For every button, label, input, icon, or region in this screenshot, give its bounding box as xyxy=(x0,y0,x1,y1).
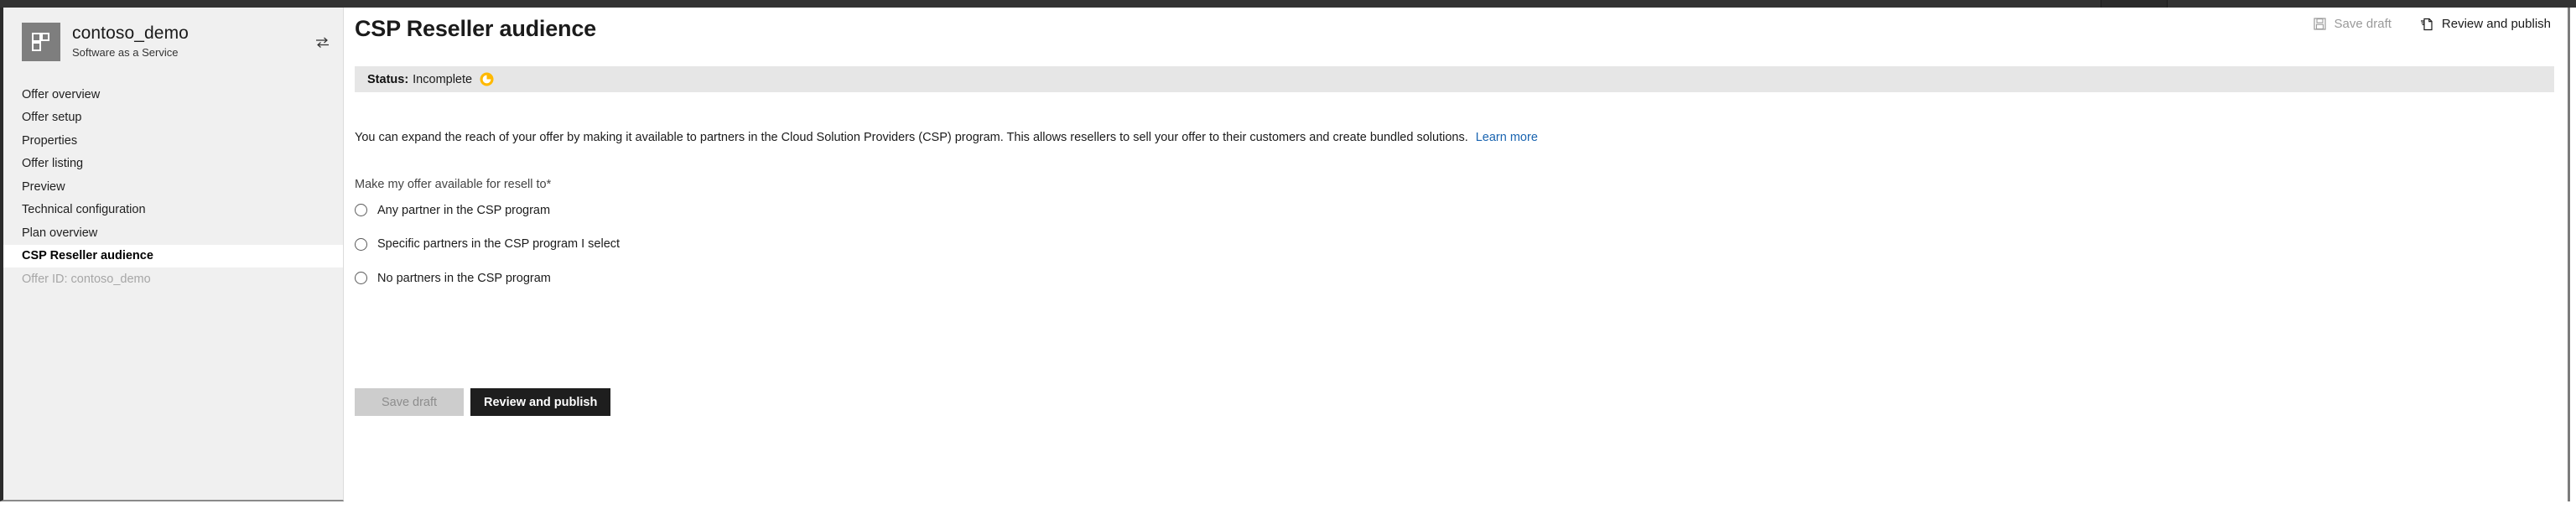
sidebar-item-label: Properties xyxy=(22,133,78,148)
status-label: Status: xyxy=(367,72,409,86)
offer-name: contoso_demo xyxy=(72,23,189,44)
sidebar-item-csp-reseller-audience[interactable]: CSP Reseller audience xyxy=(3,244,343,267)
switch-offer-icon[interactable] xyxy=(309,37,335,48)
main-content: CSP Reseller audience Save draft Review … xyxy=(345,8,2576,501)
radio-option-any-partner[interactable]: Any partner in the CSP program xyxy=(355,199,620,221)
page-title: CSP Reseller audience xyxy=(355,16,596,41)
sidebar-item-label: Offer listing xyxy=(22,157,84,171)
radio-indicator[interactable] xyxy=(355,237,367,251)
save-draft-button[interactable]: Save draft xyxy=(355,388,464,416)
header-review-publish-button[interactable]: Review and publish xyxy=(2420,17,2551,31)
sidebar-item-label: Plan overview xyxy=(22,226,98,240)
sidebar-item-offer-id: Offer ID: contoso_demo xyxy=(3,267,343,291)
sidebar-item-label: Offer setup xyxy=(22,111,82,125)
radio-indicator[interactable] xyxy=(355,272,367,284)
resell-audience-radio-group: Any partner in the CSP program Specific … xyxy=(355,199,620,301)
status-banner: Status: Incomplete xyxy=(355,66,2554,92)
pending-clock-icon xyxy=(480,72,494,86)
sidebar-item-offer-setup[interactable]: Offer setup xyxy=(3,106,343,130)
sidebar-item-label: Technical configuration xyxy=(22,203,146,217)
radio-option-label: Specific partners in the CSP program I s… xyxy=(377,237,621,251)
sidebar-item-offer-overview[interactable]: Offer overview xyxy=(3,83,343,106)
status-value: Incomplete xyxy=(413,72,473,86)
sidebar-item-technical-configuration[interactable]: Technical configuration xyxy=(3,199,343,222)
resell-field-label: Make my offer available for resell to* xyxy=(355,178,551,191)
radio-option-no-partners[interactable]: No partners in the CSP program xyxy=(355,267,620,289)
learn-more-link[interactable]: Learn more xyxy=(1476,131,1538,144)
offer-header[interactable]: contoso_demo Software as a Service xyxy=(3,8,343,73)
chrome-segment-right xyxy=(2168,0,2576,8)
radio-option-specific-partners[interactable]: Specific partners in the CSP program I s… xyxy=(355,233,620,256)
chrome-segment-active xyxy=(2101,0,2168,8)
sidebar-item-label: Offer overview xyxy=(22,87,101,101)
chrome-segment-left xyxy=(0,0,2101,8)
description-paragraph: You can expand the reach of your offer b… xyxy=(355,129,1538,147)
sidebar-item-offer-listing[interactable]: Offer listing xyxy=(3,153,343,176)
radio-indicator[interactable] xyxy=(355,204,367,216)
publish-icon xyxy=(2420,18,2433,31)
sidebar-item-label: CSP Reseller audience xyxy=(22,249,153,263)
review-and-publish-button[interactable]: Review and publish xyxy=(470,388,611,416)
header-action-bar: Save draft Review and publish xyxy=(2313,17,2551,31)
window-chrome-bar xyxy=(0,0,2576,8)
vertical-scrollbar[interactable] xyxy=(2568,8,2570,501)
offer-tile-icon xyxy=(22,23,60,61)
sidebar-item-plan-overview[interactable]: Plan overview xyxy=(3,221,343,245)
header-review-publish-label: Review and publish xyxy=(2441,17,2551,31)
sidebar-item-label: Offer ID: contoso_demo xyxy=(22,272,151,286)
header-save-draft-label: Save draft xyxy=(2334,17,2392,31)
app-window: contoso_demo Software as a Service Offer… xyxy=(0,0,2576,509)
radio-option-label: No partners in the CSP program xyxy=(377,271,551,285)
description-text: You can expand the reach of your offer b… xyxy=(355,131,1468,144)
header-save-draft-button[interactable]: Save draft xyxy=(2313,17,2392,31)
sidebar-item-label: Preview xyxy=(22,179,65,194)
offer-subtitle: Software as a Service xyxy=(72,45,179,59)
save-icon xyxy=(2313,18,2326,30)
sidebar-item-preview[interactable]: Preview xyxy=(3,175,343,199)
offer-identity: contoso_demo Software as a Service xyxy=(72,23,309,60)
resell-field-label-text: Make my offer available for resell to xyxy=(355,178,547,191)
sidebar: contoso_demo Software as a Service Offer… xyxy=(0,8,344,501)
radio-option-label: Any partner in the CSP program xyxy=(377,203,551,217)
sidebar-nav-list: Offer overview Offer setup Properties Of… xyxy=(3,83,343,291)
footer-action-bar: Save draft Review and publish xyxy=(355,388,611,416)
sidebar-item-properties[interactable]: Properties xyxy=(3,129,343,153)
required-marker: * xyxy=(546,178,552,191)
